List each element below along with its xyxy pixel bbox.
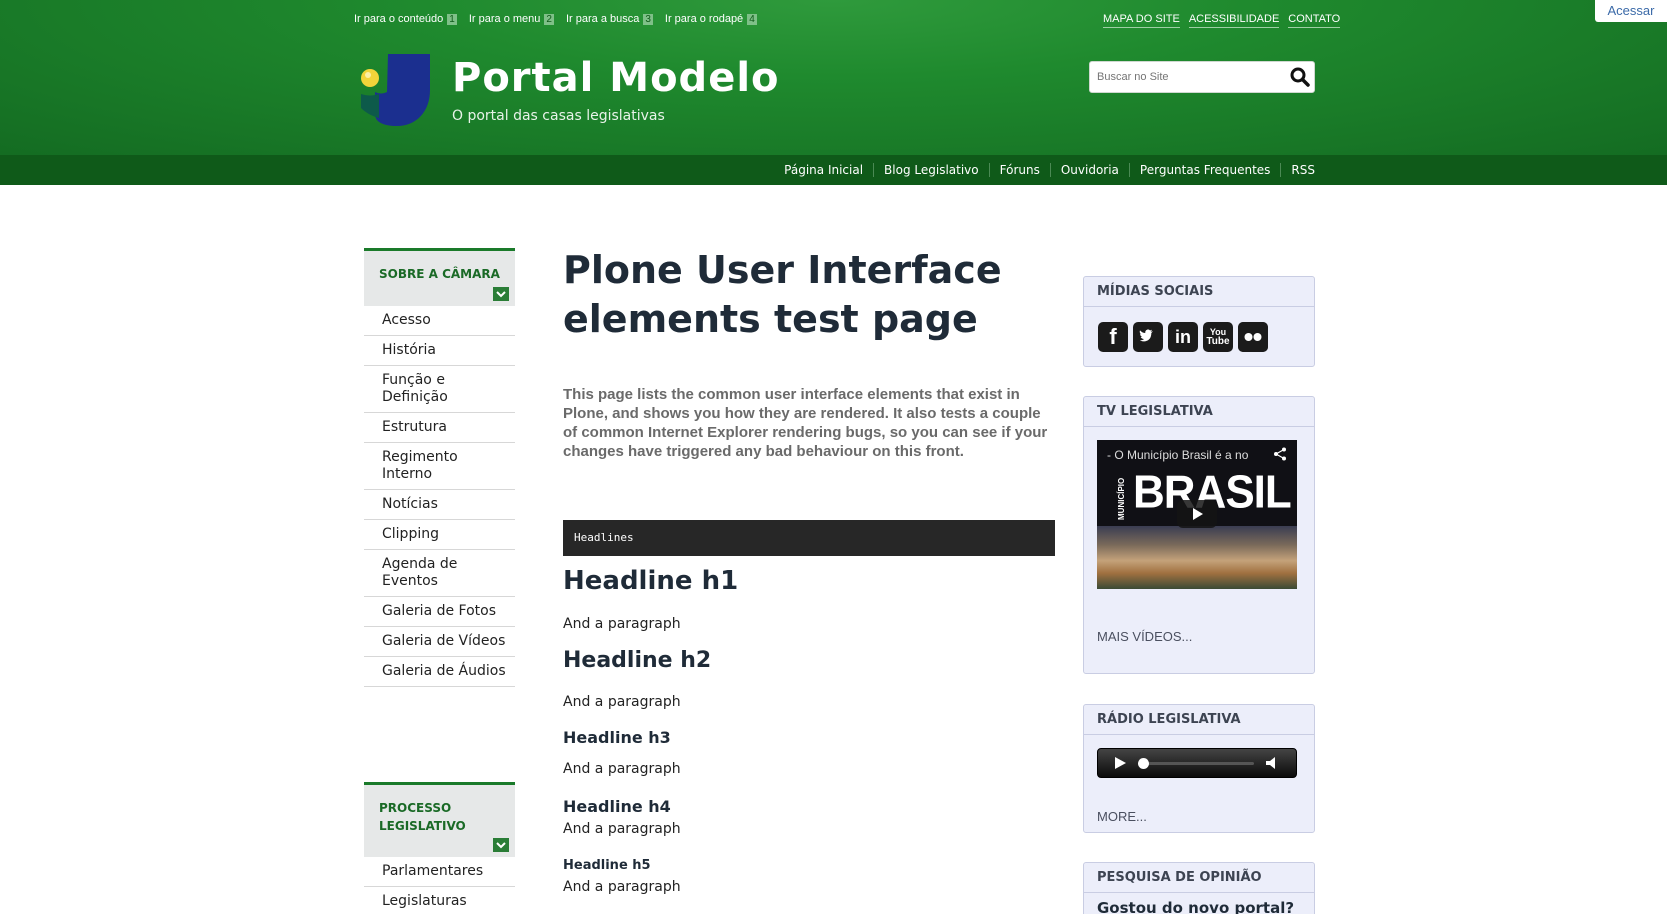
volume-icon[interactable]	[1266, 757, 1280, 769]
sidebar-item-videos[interactable]: Galeria de Vídeos	[364, 627, 515, 657]
portlet-title-line2: LEGISLATIVO	[379, 819, 466, 833]
portal-logo-icon[interactable]	[361, 54, 433, 128]
portlet-header[interactable]: PROCESSO LEGISLATIVO	[364, 782, 515, 857]
sidebar-item-regimento[interactable]: Regimento Interno	[364, 443, 515, 490]
nav-item-forums[interactable]: Fóruns	[988, 163, 1050, 177]
skip-link-search[interactable]: Ir para a busca 3	[566, 13, 653, 25]
site-subtitle: O portal das casas legislativas	[452, 108, 665, 124]
paragraph: And a paragraph	[563, 761, 681, 777]
play-icon[interactable]	[1114, 757, 1126, 769]
headline-h3: Headline h3	[563, 728, 671, 747]
access-key-badge: 3	[643, 13, 653, 25]
skip-link-label: Ir para o rodapé	[664, 13, 744, 25]
headline-h4: Headline h4	[563, 797, 671, 816]
skip-link-label: Ir para o conteúdo	[354, 13, 444, 25]
sidebar-item-agenda[interactable]: Agenda de Eventos	[364, 550, 515, 597]
portlet-title: MÍDIAS SOCIAIS	[1084, 277, 1314, 307]
search-input[interactable]	[1090, 62, 1280, 92]
paragraph: And a paragraph	[563, 879, 681, 895]
portlet-sobre-camara: SOBRE A CÂMARA Acesso História Função e …	[364, 248, 515, 687]
nav-item-home[interactable]: Página Inicial	[774, 163, 873, 177]
sidebar-item-audios[interactable]: Galeria de Áudios	[364, 657, 515, 687]
video-player[interactable]: - O Município Brasil é a no MUNICÍPIO BR…	[1097, 440, 1297, 589]
contact-link[interactable]: CONTATO	[1288, 13, 1341, 28]
progress-handle[interactable]	[1138, 758, 1149, 769]
sidebar-item-fotos[interactable]: Galeria de Fotos	[364, 597, 515, 627]
share-icon[interactable]	[1273, 447, 1287, 461]
poll-portlet: PESQUISA DE OPINIÃO Gostou do novo porta…	[1083, 862, 1315, 914]
skip-link-label: Ir para a busca	[565, 13, 640, 25]
audio-player	[1097, 748, 1297, 778]
twitter-icon[interactable]	[1133, 322, 1163, 352]
sidebar-item-historia[interactable]: História	[364, 336, 515, 366]
skip-links: Ir para o conteúdo 1 Ir para o menu 2 Ir…	[354, 13, 757, 25]
sidebar-item-funcao[interactable]: Função e Definição	[364, 366, 515, 413]
paragraph: And a paragraph	[563, 616, 681, 632]
site-header: Acessar Ir para o conteúdo 1 Ir para o m…	[0, 0, 1667, 155]
social-media-portlet: MÍDIAS SOCIAIS f in You Tube	[1083, 276, 1315, 367]
chevron-down-icon[interactable]	[493, 287, 509, 301]
video-title: - O Município Brasil é a no	[1107, 448, 1249, 462]
skip-link-footer[interactable]: Ir para o rodapé 4	[665, 13, 757, 25]
search-icon[interactable]	[1290, 67, 1310, 87]
page-description: This page lists the common user interfac…	[563, 386, 1048, 460]
portlet-processo-legislativo: PROCESSO LEGISLATIVO Parlamentares Legis…	[364, 782, 515, 914]
sidebar-item-acesso[interactable]: Acesso	[364, 306, 515, 336]
search-box	[1089, 61, 1315, 93]
portlet-header[interactable]: SOBRE A CÂMARA	[364, 248, 515, 306]
accessibility-link[interactable]: ACESSIBILIDADE	[1188, 13, 1280, 28]
linkedin-icon[interactable]: in	[1168, 322, 1198, 352]
sidebar-item-legislaturas[interactable]: Legislaturas	[364, 887, 515, 914]
sidebar-item-parlamentares[interactable]: Parlamentares	[364, 857, 515, 887]
portlet-title: RÁDIO LEGISLATIVA	[1084, 705, 1314, 735]
video-side-label: MUNICÍPIO	[1117, 477, 1126, 520]
portlet-title: TV LEGISLATIVA	[1084, 397, 1314, 427]
sidebar-item-noticias[interactable]: Notícias	[364, 490, 515, 520]
login-link[interactable]: Acessar	[1595, 0, 1667, 22]
chevron-down-icon[interactable]	[493, 838, 509, 852]
portlet-title: PESQUISA DE OPINIÃO	[1084, 863, 1314, 893]
main-content: Plone User Interface elements test page …	[563, 246, 1055, 895]
more-videos-link[interactable]: MAIS VÍDEOS...	[1097, 629, 1192, 644]
paragraph: And a paragraph	[563, 821, 681, 837]
nav-item-blog[interactable]: Blog Legislativo	[873, 163, 989, 177]
code-heading-bar: Headlines	[563, 520, 1055, 556]
video-thumbnail	[1097, 526, 1297, 589]
tv-legislativa-portlet: TV LEGISLATIVA - O Município Brasil é a …	[1083, 396, 1315, 674]
more-audio-link[interactable]: MORE...	[1097, 809, 1147, 824]
sitemap-link[interactable]: MAPA DO SITE	[1103, 13, 1180, 28]
progress-track[interactable]	[1144, 762, 1254, 765]
access-key-badge: 1	[447, 13, 457, 25]
youtube-icon[interactable]: You Tube	[1203, 322, 1233, 352]
access-key-badge: 2	[544, 13, 554, 25]
portlet-title-line1: PROCESSO	[379, 801, 452, 815]
nav-item-faq[interactable]: Perguntas Frequentes	[1128, 163, 1281, 177]
flickr-icon[interactable]	[1238, 322, 1268, 352]
skip-link-content[interactable]: Ir para o conteúdo 1	[354, 13, 457, 25]
headline-h1: Headline h1	[563, 566, 739, 596]
page: Acessar Ir para o conteúdo 1 Ir para o m…	[0, 0, 1667, 914]
skip-link-label: Ir para o menu	[468, 13, 541, 25]
paragraph: And a paragraph	[563, 694, 681, 710]
play-button[interactable]	[1177, 500, 1217, 528]
radio-legislativa-portlet: RÁDIO LEGISLATIVA MORE...	[1083, 704, 1315, 833]
skip-link-menu[interactable]: Ir para o menu 2	[469, 13, 554, 25]
global-nav: Página Inicial Blog Legislativo Fóruns O…	[0, 155, 1667, 185]
site-title[interactable]: Portal Modelo	[452, 55, 780, 101]
site-actions: MAPA DO SITE ACESSIBILIDADE CONTATO	[1103, 13, 1341, 28]
headline-h5: Headline h5	[563, 858, 651, 873]
poll-question: Gostou do novo portal?	[1097, 899, 1295, 914]
headline-h2: Headline h2	[563, 648, 712, 673]
nav-item-ombudsman[interactable]: Ouvidoria	[1049, 163, 1129, 177]
portlet-title: SOBRE A CÂMARA	[379, 267, 500, 281]
nav-item-rss[interactable]: RSS	[1280, 163, 1315, 177]
access-key-badge: 4	[747, 13, 757, 25]
sidebar-item-clipping[interactable]: Clipping	[364, 520, 515, 550]
page-title: Plone User Interface elements test page	[563, 248, 1002, 341]
play-icon	[1193, 508, 1203, 520]
facebook-icon[interactable]: f	[1098, 322, 1128, 352]
sidebar-item-estrutura[interactable]: Estrutura	[364, 413, 515, 443]
